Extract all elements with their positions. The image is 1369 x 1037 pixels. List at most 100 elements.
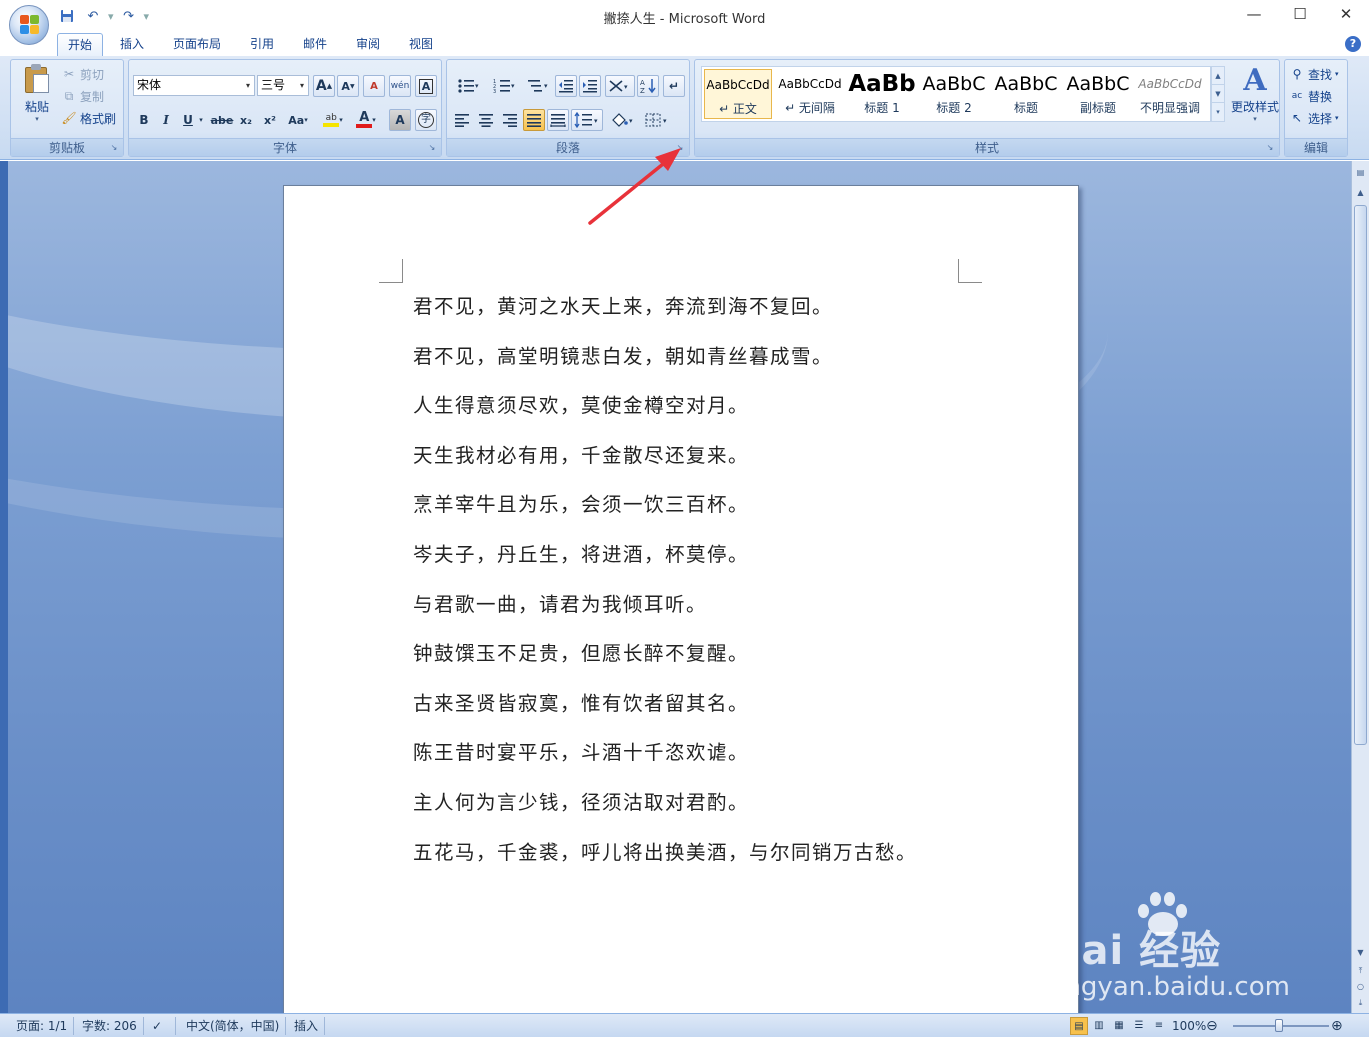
tab-home[interactable]: 开始 <box>57 33 104 57</box>
document-line: 五花马，千金裘，呼儿将出换美酒，与尔同销万古愁。 <box>413 840 918 864</box>
borders-button[interactable]: ▾ <box>641 109 673 131</box>
next-page-icon[interactable]: ⤓ <box>1353 995 1368 1010</box>
cut-button[interactable]: ✂ 剪切 <box>61 64 104 84</box>
copy-label: 复制 <box>80 89 105 104</box>
scroll-up-icon[interactable]: ▲ <box>1353 185 1368 200</box>
phonetic-guide-button[interactable]: wén <box>389 75 411 97</box>
italic-button[interactable]: I <box>155 109 177 131</box>
document-body[interactable]: 君不见，黄河之水天上来，奔流到海不复回。 君不见，高堂明镜悲白发，朝如青丝暮成雪… <box>413 290 917 885</box>
clipboard-launcher-icon[interactable]: ↘ <box>109 143 119 153</box>
shading-button[interactable]: ▾ <box>607 109 639 131</box>
insert-mode-status[interactable]: 插入 <box>288 1017 326 1035</box>
font-launcher-icon[interactable]: ↘ <box>427 143 437 153</box>
grow-font-button[interactable]: A ▲ <box>313 75 335 97</box>
web-layout-icon[interactable]: ▦ <box>1110 1017 1128 1035</box>
justify-button[interactable] <box>523 109 545 131</box>
align-center-button[interactable] <box>475 109 497 131</box>
change-styles-button[interactable]: A 更改样式 ▾ <box>1229 64 1281 130</box>
superscript-button[interactable]: x² <box>259 109 281 131</box>
print-layout-icon[interactable]: ▤ <box>1070 1017 1088 1035</box>
document-area[interactable]: 君不见，黄河之水天上来，奔流到海不复回。 君不见，高堂明镜悲白发，朝如青丝暮成雪… <box>8 161 1351 1013</box>
shrink-font-button[interactable]: A ▼ <box>337 75 359 97</box>
sort-button[interactable]: AZ <box>637 75 659 97</box>
outline-icon[interactable]: ☰ <box>1130 1017 1148 1035</box>
page-count[interactable]: 页面: 1/1 <box>10 1017 75 1035</box>
subscript-button[interactable]: x₂ <box>235 109 257 131</box>
style-normal[interactable]: AaBbCcDd ↵ 正文 <box>704 69 772 119</box>
maximize-button[interactable]: ☐ <box>1277 0 1323 28</box>
replace-button[interactable]: ac 替换 <box>1289 86 1332 106</box>
find-button[interactable]: ⚲ 查找 ▾ <box>1289 64 1339 84</box>
tab-insert[interactable]: 插入 <box>110 33 154 57</box>
style-subtitle[interactable]: AaBbC 副标题 <box>1064 69 1132 119</box>
zoom-out-icon[interactable]: ⊖ <box>1206 1017 1218 1035</box>
highlight-button[interactable]: ab ▾ <box>317 109 349 131</box>
format-painter-button[interactable]: 🖌 格式刷 <box>61 108 116 128</box>
gallery-more-icon[interactable]: ▾ <box>1212 103 1224 121</box>
paragraph-launcher-icon[interactable]: ↘ <box>675 143 685 153</box>
underline-dropdown-icon[interactable]: ▾ <box>195 109 207 131</box>
font-name-combo[interactable]: 宋体 ▾ <box>133 75 255 96</box>
distributed-button[interactable] <box>547 109 569 131</box>
zoom-in-icon[interactable]: ⊕ <box>1331 1017 1343 1035</box>
font-size-dropdown-icon[interactable]: ▾ <box>296 76 308 95</box>
paste-button[interactable]: 粘贴 ▾ <box>19 64 55 130</box>
clear-formatting-button[interactable]: A <box>363 75 385 97</box>
character-border-button[interactable]: A <box>415 75 437 97</box>
scroll-thumb[interactable] <box>1354 205 1367 745</box>
language-status[interactable]: 中文(简体，中国) <box>180 1017 287 1035</box>
increase-indent-button[interactable] <box>579 75 601 97</box>
scroll-down-icon[interactable]: ▼ <box>1353 945 1368 960</box>
copy-button[interactable]: ⧉ 复制 <box>61 86 104 106</box>
font-size-combo[interactable]: 三号 ▾ <box>257 75 309 96</box>
close-button[interactable]: ✕ <box>1323 0 1369 28</box>
line-spacing-button[interactable]: ▾ <box>571 109 603 131</box>
help-icon[interactable]: ? <box>1345 36 1361 52</box>
vertical-scrollbar[interactable]: ▤ ▲ ▼ ⤒ ○ ⤓ <box>1351 161 1369 1013</box>
gallery-up-icon[interactable]: ▲ <box>1212 67 1224 85</box>
bold-button[interactable]: B <box>133 109 155 131</box>
style-no-spacing[interactable]: AaBbCcDd ↵ 无间隔 <box>776 69 844 119</box>
font-color-button[interactable]: A ▾ <box>351 109 381 131</box>
align-right-button[interactable] <box>499 109 521 131</box>
style-heading-2[interactable]: AaBbC 标题 2 <box>920 69 988 119</box>
character-shading-button[interactable]: A <box>389 109 411 131</box>
align-left-button[interactable] <box>451 109 473 131</box>
tab-view[interactable]: 视图 <box>399 33 443 57</box>
decrease-indent-button[interactable] <box>555 75 577 97</box>
increase-indent-icon <box>583 80 597 93</box>
font-name-dropdown-icon[interactable]: ▾ <box>242 76 254 95</box>
previous-page-icon[interactable]: ⤒ <box>1353 963 1368 978</box>
tab-mailings[interactable]: 邮件 <box>293 33 337 57</box>
style-title[interactable]: AaBbC 标题 <box>992 69 1060 119</box>
proofing-icon[interactable]: ✓ <box>146 1017 176 1035</box>
change-case-icon: Aa <box>288 113 305 127</box>
ruler-toggle-icon[interactable]: ▤ <box>1353 165 1368 180</box>
bullets-button[interactable]: ▾ <box>451 75 485 97</box>
font-group-label: 字体 <box>129 138 441 156</box>
show-marks-button[interactable]: ↵ <box>663 75 685 97</box>
change-case-button[interactable]: Aa ▾ <box>285 109 311 131</box>
full-screen-reading-icon[interactable]: ▥ <box>1090 1017 1108 1035</box>
zoom-slider-thumb[interactable] <box>1275 1019 1283 1032</box>
tab-page-layout[interactable]: 页面布局 <box>163 33 231 57</box>
styles-launcher-icon[interactable]: ↘ <box>1265 143 1275 153</box>
browse-object-icon[interactable]: ○ <box>1353 979 1368 994</box>
gallery-down-icon[interactable]: ▼ <box>1212 85 1224 103</box>
strikethrough-button[interactable]: abe <box>211 109 234 131</box>
minimize-button[interactable]: — <box>1231 0 1277 28</box>
chinese-layout-button[interactable]: ▾ <box>605 75 635 97</box>
document-page[interactable]: 君不见，黄河之水天上来，奔流到海不复回。 君不见，高堂明镜悲白发，朝如青丝暮成雪… <box>283 185 1079 1013</box>
document-line: 烹羊宰牛且为乐，会须一饮三百杯。 <box>413 493 750 517</box>
office-button[interactable] <box>9 5 49 45</box>
style-heading-1[interactable]: AaBb 标题 1 <box>848 69 916 119</box>
select-button[interactable]: ↖ 选择 ▾ <box>1289 108 1339 128</box>
tab-review[interactable]: 审阅 <box>346 33 390 57</box>
numbering-button[interactable]: 1 2 3 ▾ <box>487 75 521 97</box>
style-heading-1-name: 标题 1 <box>864 101 900 115</box>
multilevel-list-button[interactable]: ▾ <box>523 75 553 97</box>
word-count[interactable]: 字数: 206 <box>76 1017 144 1035</box>
tab-references[interactable]: 引用 <box>240 33 284 57</box>
style-subtle-emphasis[interactable]: AaBbCcDd 不明显强调 <box>1136 69 1204 119</box>
enclose-characters-button[interactable]: 字 <box>415 109 437 131</box>
